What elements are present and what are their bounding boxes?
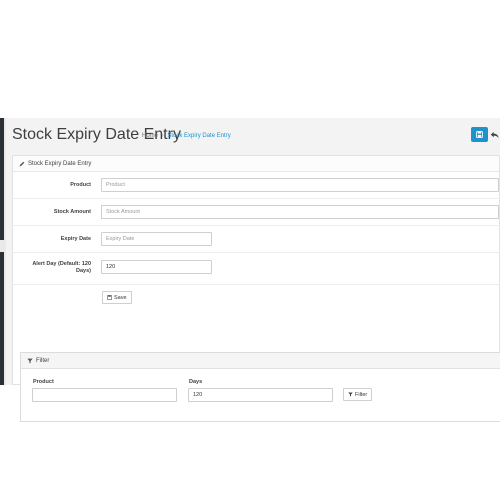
alert-day-input[interactable] [101, 260, 212, 274]
alert-day-label-line2: Days) [76, 268, 91, 274]
reply-icon [490, 131, 499, 138]
filter-button-label: Filter [355, 391, 368, 398]
sidebar-edge [0, 118, 6, 385]
breadcrumb-home[interactable]: Home [142, 133, 158, 139]
form-row-alert-day: Alert Day (Default: 120 Days) [13, 253, 500, 285]
alert-day-label: Alert Day (Default: 120 Days) [32, 261, 91, 275]
save-top-button[interactable] [471, 127, 488, 142]
back-button[interactable] [490, 127, 500, 142]
sidebar-edge-lower [0, 252, 4, 385]
filter-panel-title: Filter [36, 357, 50, 364]
save-icon [476, 131, 483, 138]
sidebar-edge-upper [0, 118, 4, 240]
pencil-icon [19, 161, 25, 166]
funnel-icon [27, 358, 33, 363]
save-button[interactable]: Save [102, 291, 132, 304]
form-row-stock-amount: Stock Amount [13, 199, 500, 226]
form-row-actions: Save [13, 285, 500, 311]
stock-amount-input[interactable] [101, 205, 499, 219]
breadcrumb-separator: › [161, 133, 164, 139]
funnel-icon [348, 392, 353, 397]
filter-days-label: Days [189, 379, 203, 385]
filter-product-label: Product [33, 379, 54, 385]
breadcrumb-current[interactable]: Stock Expiry Date Entry [167, 133, 230, 139]
filter-days-input[interactable] [188, 388, 333, 402]
filter-button[interactable]: Filter [343, 388, 373, 401]
floppy-icon [107, 295, 112, 300]
expiry-date-input[interactable] [101, 232, 212, 246]
breadcrumb: Home › Stock Expiry Date Entry [142, 133, 231, 139]
entry-panel-title: Stock Expiry Date Entry [28, 160, 92, 167]
form-row-expiry-date: Expiry Date [13, 226, 500, 253]
app-screen: Stock Expiry Date Entry Home › Stock Exp… [0, 118, 500, 422]
save-button-label: Save [114, 294, 127, 301]
filter-panel-heading: Filter [21, 353, 500, 369]
filter-panel: Filter Product Days Filter [20, 352, 500, 422]
product-input[interactable] [101, 178, 499, 192]
form-row-product: Product [13, 172, 500, 199]
entry-panel-heading: Stock Expiry Date Entry [13, 156, 499, 172]
product-label: Product [70, 182, 91, 188]
entry-panel: Stock Expiry Date Entry Product Stock Am… [12, 155, 500, 422]
stock-amount-label: Stock Amount [53, 209, 91, 215]
alert-day-label-line1: Alert Day (Default: 120 [32, 261, 91, 267]
expiry-date-label: Expiry Date [60, 236, 91, 242]
filter-product-input[interactable] [32, 388, 177, 402]
